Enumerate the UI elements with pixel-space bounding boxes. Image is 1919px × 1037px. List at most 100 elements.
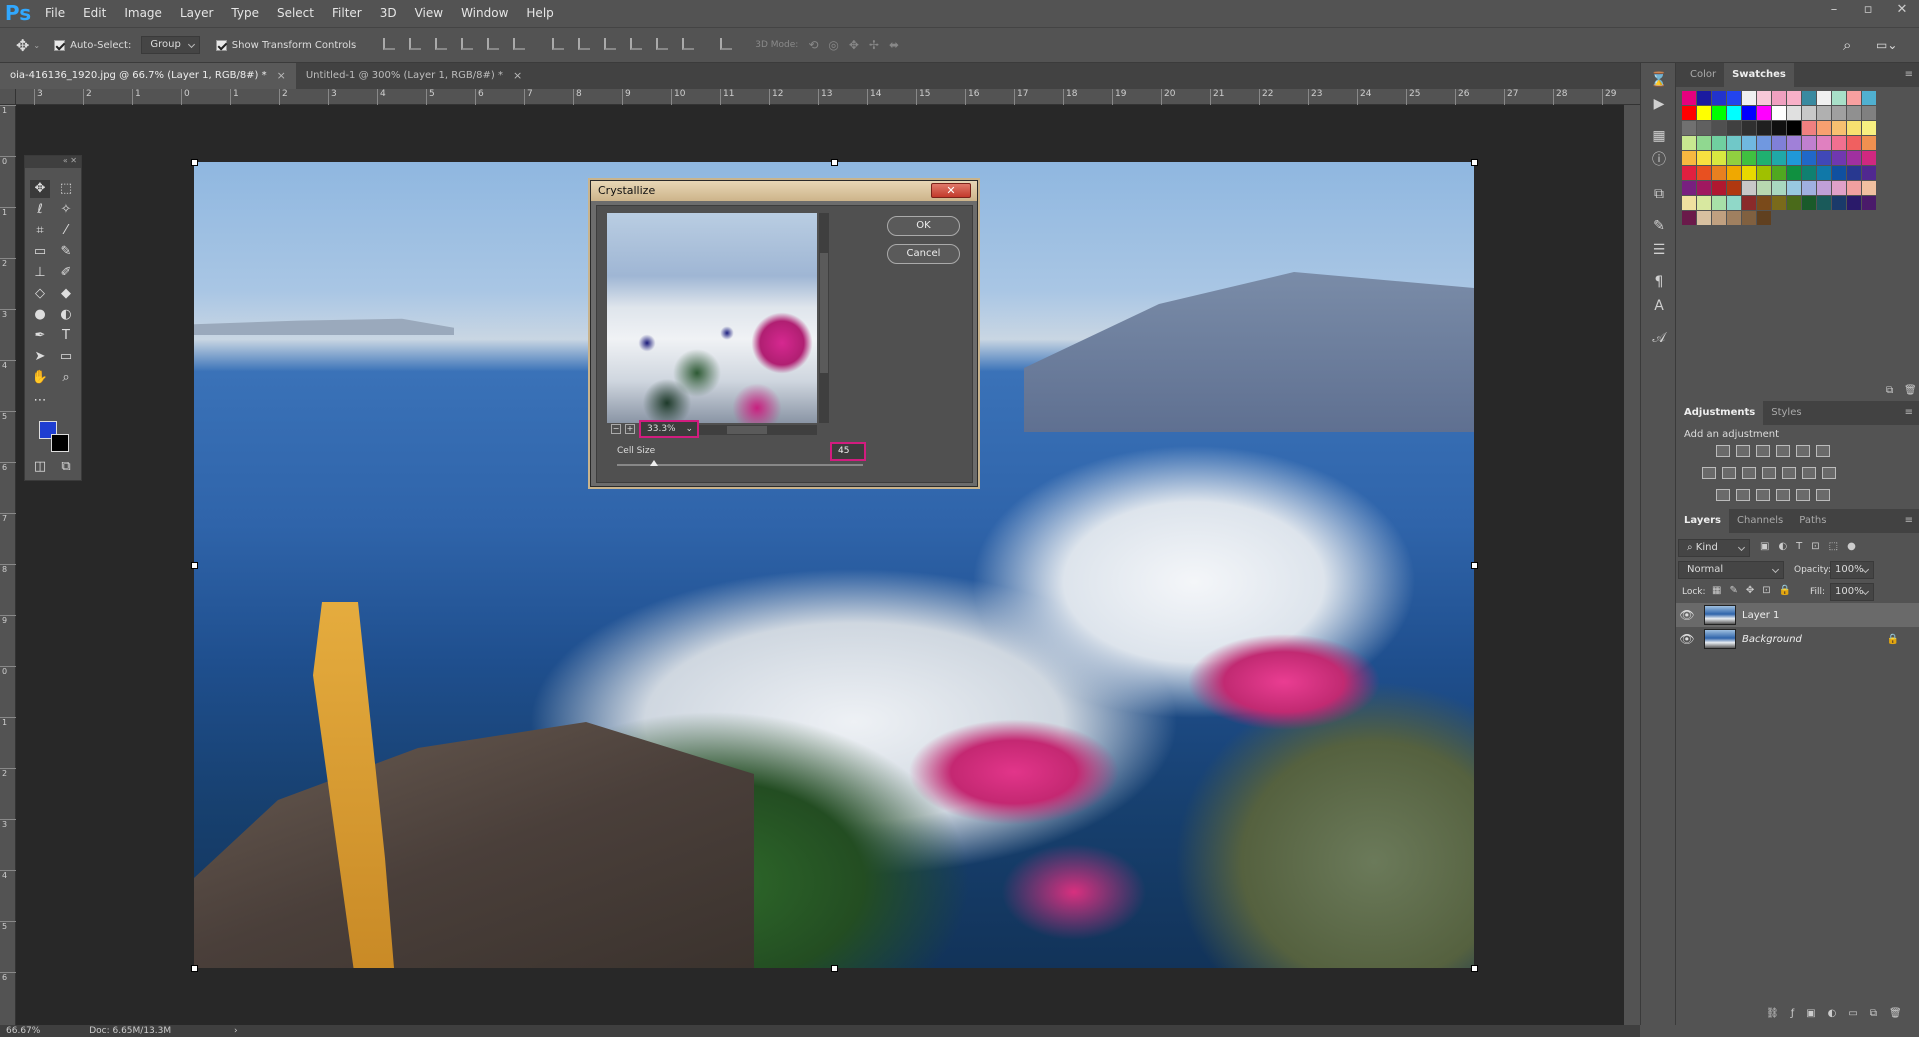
swatch[interactable] [1757, 166, 1771, 180]
swatch[interactable] [1742, 121, 1756, 135]
swatch[interactable] [1712, 181, 1726, 195]
swatch[interactable] [1772, 106, 1786, 120]
tab-adjustments[interactable]: Adjustments [1676, 401, 1764, 425]
swatch[interactable] [1697, 211, 1711, 225]
tab-paths[interactable]: Paths [1791, 509, 1834, 533]
swatch[interactable] [1847, 166, 1861, 180]
preview-zoom-dropdown[interactable]: 33.3% ⌄ [639, 420, 699, 438]
swatch[interactable] [1862, 136, 1876, 150]
tab-untitled-document[interactable]: Untitled-1 @ 300% (Layer 1, RGB/8#) * × [296, 63, 532, 89]
adjustment-icon[interactable] [1716, 489, 1730, 501]
swatch[interactable] [1772, 91, 1786, 105]
show-transform-checkbox[interactable]: Show Transform Controls [215, 39, 356, 51]
transform-handle-ml[interactable] [191, 562, 198, 569]
blur-tool-icon[interactable]: ● [30, 306, 50, 324]
swatch[interactable] [1772, 151, 1786, 165]
swatch[interactable] [1757, 91, 1771, 105]
swatch[interactable] [1802, 106, 1816, 120]
menu-type[interactable]: Type [222, 0, 268, 27]
history-icon[interactable]: ⌛ [1649, 71, 1669, 89]
menu-3d[interactable]: 3D [371, 0, 406, 27]
menu-help[interactable]: Help [517, 0, 562, 27]
dialog-close-button[interactable]: ✕ [931, 183, 971, 198]
swatch[interactable] [1757, 121, 1771, 135]
tab-layers[interactable]: Layers [1676, 509, 1729, 533]
swatch[interactable] [1682, 106, 1696, 120]
swatch[interactable] [1742, 151, 1756, 165]
swatch[interactable] [1787, 121, 1801, 135]
adjustment-icon[interactable] [1802, 467, 1816, 479]
horizontal-ruler[interactable]: 3 2 1 0 1 2 3 4 5 6 7 8 9 10 11 12 13 14 15 16 17 18 19 20 21 22 2… [16, 89, 1640, 105]
swatch[interactable] [1712, 121, 1726, 135]
swatch[interactable] [1682, 211, 1696, 225]
swatch[interactable] [1832, 151, 1846, 165]
magic-wand-icon[interactable]: ✧ [56, 201, 76, 219]
auto-select-dropdown[interactable]: Group [141, 36, 200, 54]
menu-window[interactable]: Window [452, 0, 517, 27]
swatch[interactable] [1802, 166, 1816, 180]
swatch[interactable] [1787, 91, 1801, 105]
menu-view[interactable]: View [406, 0, 452, 27]
swatch[interactable] [1847, 181, 1861, 195]
swatch[interactable] [1862, 106, 1876, 120]
libraries-icon[interactable]: ▦ [1649, 127, 1669, 145]
swatch[interactable] [1772, 196, 1786, 210]
dodge-tool-icon[interactable]: ◐ [56, 306, 76, 324]
swatch[interactable] [1697, 181, 1711, 195]
swatch[interactable] [1847, 151, 1861, 165]
swatch[interactable] [1847, 121, 1861, 135]
swatch[interactable] [1847, 91, 1861, 105]
swatch[interactable] [1787, 181, 1801, 195]
layer-row-background[interactable]: 👁 Background 🔒 [1676, 627, 1919, 651]
close-icon[interactable]: ✕ [1885, 0, 1919, 27]
dialog-title-bar[interactable]: Crystallize ✕ [591, 181, 977, 201]
swatch[interactable] [1817, 136, 1831, 150]
swatch[interactable] [1682, 196, 1696, 210]
swatch[interactable] [1817, 151, 1831, 165]
blend-mode-dropdown[interactable]: Normal [1678, 561, 1784, 579]
swatch[interactable] [1727, 166, 1741, 180]
visibility-eye-icon[interactable]: 👁 [1676, 632, 1698, 646]
adjustment-icon[interactable] [1796, 445, 1810, 457]
swatch[interactable] [1832, 136, 1846, 150]
swatch[interactable] [1697, 151, 1711, 165]
menu-filter[interactable]: Filter [323, 0, 371, 27]
auto-align-icon[interactable] [720, 37, 733, 50]
menu-select[interactable]: Select [268, 0, 323, 27]
swatch[interactable] [1817, 91, 1831, 105]
swatch[interactable] [1712, 196, 1726, 210]
swatch[interactable] [1817, 106, 1831, 120]
swatch[interactable] [1832, 196, 1846, 210]
swatch[interactable] [1757, 106, 1771, 120]
menu-layer[interactable]: Layer [171, 0, 222, 27]
swatch[interactable] [1802, 136, 1816, 150]
adjustment-icon[interactable] [1756, 445, 1770, 457]
close-icon[interactable]: × [513, 63, 522, 89]
glyphs-icon[interactable]: 𝒜 [1649, 329, 1669, 347]
adjustment-icon[interactable] [1782, 467, 1796, 479]
swatch[interactable] [1817, 166, 1831, 180]
adjustment-icon[interactable] [1736, 489, 1750, 501]
swatch[interactable] [1742, 196, 1756, 210]
align-right-icon[interactable] [513, 37, 526, 50]
tab-channels[interactable]: Channels [1729, 509, 1791, 533]
menu-file[interactable]: File [36, 0, 74, 27]
trash-icon[interactable]: 🗑 [1904, 385, 1917, 396]
adjustment-icon[interactable] [1756, 489, 1770, 501]
tab-color[interactable]: Color [1682, 63, 1724, 87]
menu-edit[interactable]: Edit [74, 0, 115, 27]
actions-play-icon[interactable]: ▶ [1649, 95, 1669, 113]
swatch[interactable] [1862, 121, 1876, 135]
swatch[interactable] [1727, 136, 1741, 150]
more-tools-icon[interactable]: ⋯ [30, 392, 50, 410]
layer-filter-icons[interactable]: ▣◐T⊡⬚● [1760, 541, 1865, 552]
transform-handle-tc[interactable] [831, 159, 838, 166]
align-hcenter-icon[interactable] [487, 37, 500, 50]
swatch[interactable] [1697, 166, 1711, 180]
swatch[interactable] [1832, 91, 1846, 105]
transform-handle-bc[interactable] [831, 965, 838, 972]
swatch[interactable] [1742, 91, 1756, 105]
preview-vertical-scrollbar[interactable] [819, 213, 829, 423]
swatch[interactable] [1772, 181, 1786, 195]
move-tool-icon[interactable]: ✥ [30, 180, 50, 198]
